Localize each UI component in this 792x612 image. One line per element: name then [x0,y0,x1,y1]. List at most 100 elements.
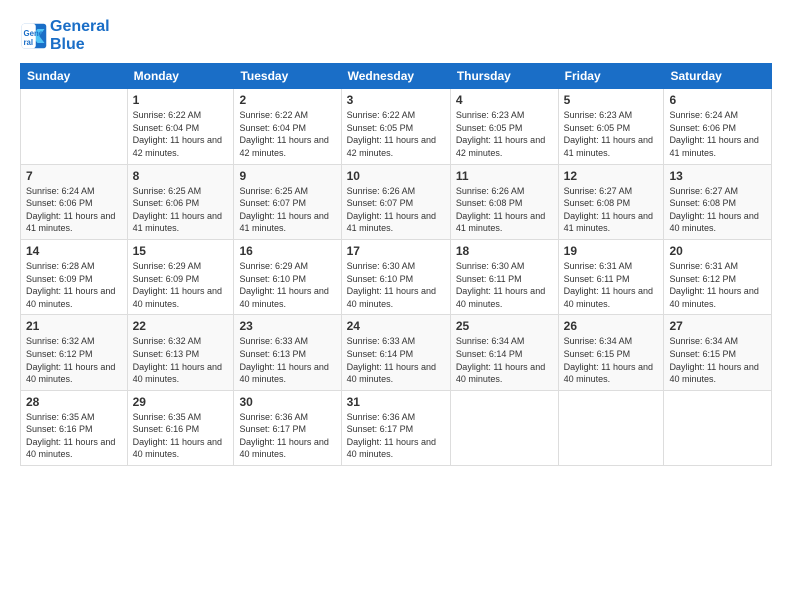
sunrise-label: Sunrise: 6:26 AM [456,186,525,196]
daylight-label: Daylight: 11 hours and 40 minutes. [669,362,758,385]
day-number: 14 [26,244,122,258]
day-number: 10 [347,169,445,183]
sunset-label: Sunset: 6:07 PM [347,198,414,208]
sunrise-label: Sunrise: 6:27 AM [669,186,738,196]
day-info: Sunrise: 6:35 AM Sunset: 6:16 PM Dayligh… [26,411,122,461]
sunrise-label: Sunrise: 6:24 AM [26,186,95,196]
weekday-header: Thursday [450,64,558,89]
calendar-cell: 13 Sunrise: 6:27 AM Sunset: 6:08 PM Dayl… [664,164,772,239]
sunrise-label: Sunrise: 6:22 AM [133,110,202,120]
day-info: Sunrise: 6:27 AM Sunset: 6:08 PM Dayligh… [564,185,659,235]
sunrise-label: Sunrise: 6:32 AM [26,336,95,346]
day-number: 25 [456,319,553,333]
day-number: 11 [456,169,553,183]
calendar-cell: 25 Sunrise: 6:34 AM Sunset: 6:14 PM Dayl… [450,315,558,390]
daylight-label: Daylight: 11 hours and 40 minutes. [456,286,545,309]
day-info: Sunrise: 6:28 AM Sunset: 6:09 PM Dayligh… [26,260,122,310]
sunrise-label: Sunrise: 6:31 AM [669,261,738,271]
day-info: Sunrise: 6:22 AM Sunset: 6:04 PM Dayligh… [133,109,229,159]
day-info: Sunrise: 6:29 AM Sunset: 6:10 PM Dayligh… [239,260,335,310]
day-info: Sunrise: 6:26 AM Sunset: 6:07 PM Dayligh… [347,185,445,235]
daylight-label: Daylight: 11 hours and 40 minutes. [669,211,758,234]
day-info: Sunrise: 6:26 AM Sunset: 6:08 PM Dayligh… [456,185,553,235]
sunrise-label: Sunrise: 6:25 AM [133,186,202,196]
daylight-label: Daylight: 11 hours and 40 minutes. [239,362,328,385]
day-info: Sunrise: 6:24 AM Sunset: 6:06 PM Dayligh… [669,109,766,159]
day-info: Sunrise: 6:24 AM Sunset: 6:06 PM Dayligh… [26,185,122,235]
day-info: Sunrise: 6:34 AM Sunset: 6:15 PM Dayligh… [669,335,766,385]
weekday-header: Monday [127,64,234,89]
sunset-label: Sunset: 6:14 PM [456,349,523,359]
sunset-label: Sunset: 6:10 PM [239,274,306,284]
calendar-cell: 15 Sunrise: 6:29 AM Sunset: 6:09 PM Dayl… [127,239,234,314]
day-number: 22 [133,319,229,333]
weekday-header: Saturday [664,64,772,89]
header: Gene ral General Blue [20,18,772,53]
sunrise-label: Sunrise: 6:28 AM [26,261,95,271]
daylight-label: Daylight: 11 hours and 42 minutes. [239,135,328,158]
sunset-label: Sunset: 6:12 PM [26,349,93,359]
svg-text:ral: ral [24,37,34,46]
day-info: Sunrise: 6:25 AM Sunset: 6:06 PM Dayligh… [133,185,229,235]
sunset-label: Sunset: 6:17 PM [347,424,414,434]
sunrise-label: Sunrise: 6:29 AM [133,261,202,271]
sunrise-label: Sunrise: 6:34 AM [456,336,525,346]
daylight-label: Daylight: 11 hours and 40 minutes. [26,437,115,460]
daylight-label: Daylight: 11 hours and 40 minutes. [26,362,115,385]
sunrise-label: Sunrise: 6:36 AM [347,412,416,422]
weekday-header: Friday [558,64,664,89]
day-number: 19 [564,244,659,258]
calendar-cell: 8 Sunrise: 6:25 AM Sunset: 6:06 PM Dayli… [127,164,234,239]
calendar-table: SundayMondayTuesdayWednesdayThursdayFrid… [20,63,772,466]
sunrise-label: Sunrise: 6:30 AM [347,261,416,271]
day-info: Sunrise: 6:34 AM Sunset: 6:15 PM Dayligh… [564,335,659,385]
calendar-cell: 5 Sunrise: 6:23 AM Sunset: 6:05 PM Dayli… [558,89,664,164]
logo: Gene ral General Blue [20,18,110,53]
day-info: Sunrise: 6:31 AM Sunset: 6:12 PM Dayligh… [669,260,766,310]
daylight-label: Daylight: 11 hours and 40 minutes. [133,362,222,385]
calendar-cell [558,390,664,465]
page: Gene ral General Blue SundayMondayTuesda… [0,0,792,612]
day-info: Sunrise: 6:36 AM Sunset: 6:17 PM Dayligh… [347,411,445,461]
day-info: Sunrise: 6:31 AM Sunset: 6:11 PM Dayligh… [564,260,659,310]
sunset-label: Sunset: 6:15 PM [669,349,736,359]
day-number: 6 [669,93,766,107]
day-number: 24 [347,319,445,333]
daylight-label: Daylight: 11 hours and 41 minutes. [564,211,653,234]
sunrise-label: Sunrise: 6:33 AM [239,336,308,346]
daylight-label: Daylight: 11 hours and 41 minutes. [669,135,758,158]
daylight-label: Daylight: 11 hours and 40 minutes. [133,437,222,460]
sunset-label: Sunset: 6:06 PM [26,198,93,208]
sunrise-label: Sunrise: 6:22 AM [239,110,308,120]
sunset-label: Sunset: 6:17 PM [239,424,306,434]
sunset-label: Sunset: 6:16 PM [26,424,93,434]
daylight-label: Daylight: 11 hours and 40 minutes. [564,362,653,385]
daylight-label: Daylight: 11 hours and 40 minutes. [669,286,758,309]
svg-text:Gene: Gene [24,29,44,38]
calendar-cell: 17 Sunrise: 6:30 AM Sunset: 6:10 PM Dayl… [341,239,450,314]
daylight-label: Daylight: 11 hours and 40 minutes. [347,362,436,385]
day-number: 4 [456,93,553,107]
day-info: Sunrise: 6:32 AM Sunset: 6:13 PM Dayligh… [133,335,229,385]
calendar-week-row: 28 Sunrise: 6:35 AM Sunset: 6:16 PM Dayl… [21,390,772,465]
sunset-label: Sunset: 6:16 PM [133,424,200,434]
calendar-cell: 29 Sunrise: 6:35 AM Sunset: 6:16 PM Dayl… [127,390,234,465]
daylight-label: Daylight: 11 hours and 41 minutes. [133,211,222,234]
day-number: 9 [239,169,335,183]
sunrise-label: Sunrise: 6:33 AM [347,336,416,346]
calendar-week-row: 21 Sunrise: 6:32 AM Sunset: 6:12 PM Dayl… [21,315,772,390]
daylight-label: Daylight: 11 hours and 41 minutes. [26,211,115,234]
calendar-cell: 10 Sunrise: 6:26 AM Sunset: 6:07 PM Dayl… [341,164,450,239]
calendar-cell [21,89,128,164]
day-info: Sunrise: 6:32 AM Sunset: 6:12 PM Dayligh… [26,335,122,385]
sunset-label: Sunset: 6:06 PM [133,198,200,208]
sunset-label: Sunset: 6:04 PM [239,123,306,133]
day-number: 31 [347,395,445,409]
sunset-label: Sunset: 6:13 PM [239,349,306,359]
calendar-cell: 6 Sunrise: 6:24 AM Sunset: 6:06 PM Dayli… [664,89,772,164]
daylight-label: Daylight: 11 hours and 41 minutes. [564,135,653,158]
sunrise-label: Sunrise: 6:36 AM [239,412,308,422]
calendar-week-row: 1 Sunrise: 6:22 AM Sunset: 6:04 PM Dayli… [21,89,772,164]
weekday-header: Tuesday [234,64,341,89]
day-number: 16 [239,244,335,258]
